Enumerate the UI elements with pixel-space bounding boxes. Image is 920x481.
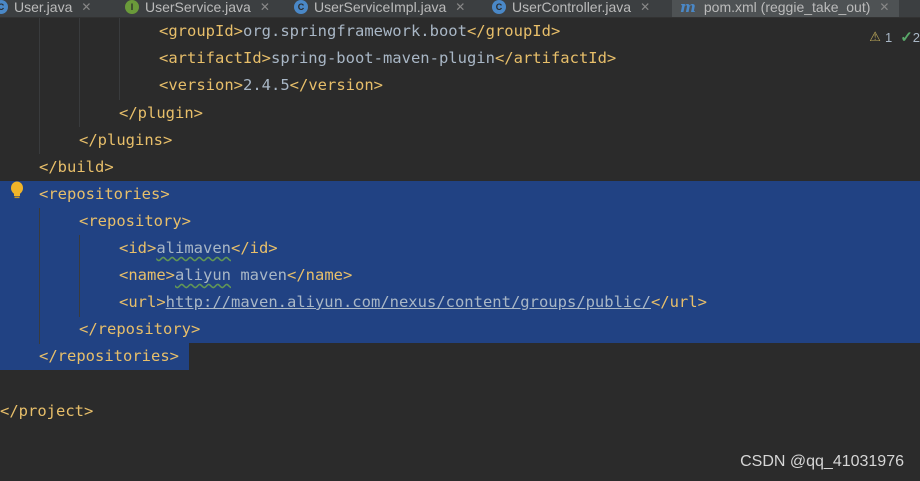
close-icon[interactable]: ✕ xyxy=(81,0,91,14)
code-line: <repository> xyxy=(79,212,191,230)
code-line: </build> xyxy=(39,158,114,176)
tab-userservice-java[interactable]: I UserService.java ✕ xyxy=(125,0,270,17)
check-icon: ✓ xyxy=(900,29,913,46)
code-line: </project> xyxy=(0,402,94,420)
tab-label: User.java xyxy=(14,0,73,15)
tab-usercontroller-java[interactable]: C UserController.java ✕ xyxy=(492,0,650,17)
code-editor[interactable]: <groupId>org.springframework.boot</group… xyxy=(0,18,920,481)
code-line: </repositories> xyxy=(39,347,179,365)
indent-guide xyxy=(79,18,80,127)
tab-pom-xml[interactable]: m pom.xml (reggie_take_out) ✕ xyxy=(672,0,900,17)
tab-label: UserServiceImpl.java xyxy=(314,0,447,15)
code-line: </plugin> xyxy=(119,104,203,122)
close-icon[interactable]: ✕ xyxy=(455,0,465,14)
indent-guide xyxy=(39,18,40,154)
editor-tab-bar: C User.java ✕ I UserService.java ✕ C Use… xyxy=(0,0,920,18)
tab-label: pom.xml (reggie_take_out) xyxy=(703,0,871,15)
ok-count: 2 xyxy=(912,29,920,45)
code-line: <artifactId>spring-boot-maven-plugin</ar… xyxy=(159,49,617,67)
lightbulb-icon[interactable] xyxy=(9,181,25,201)
code-line: </repository> xyxy=(79,320,201,338)
close-icon[interactable]: ✕ xyxy=(260,0,270,14)
indent-guide xyxy=(79,235,80,317)
warning-count: 1 xyxy=(884,29,893,45)
indent-guide xyxy=(39,208,40,344)
close-icon[interactable]: ✕ xyxy=(640,0,650,14)
maven-icon: m xyxy=(680,0,696,16)
watermark: CSDN @qq_41031976 xyxy=(740,453,904,470)
code-line: <version>2.4.5</version> xyxy=(159,76,383,94)
close-icon[interactable]: ✕ xyxy=(879,0,889,14)
inspection-widget[interactable]: ⚠ 1 ✓ 2 xyxy=(869,28,920,46)
tab-userserviceimpl-java[interactable]: C UserServiceImpl.java ✕ xyxy=(294,0,465,17)
code-line: <id>alimaven</id> xyxy=(119,239,278,257)
tab-user-java[interactable]: C User.java ✕ xyxy=(0,0,91,17)
code-line: <name>aliyun maven</name> xyxy=(119,266,353,284)
warning-icon: ⚠ xyxy=(869,29,881,44)
code-line: <url>http://maven.aliyun.com/nexus/conte… xyxy=(119,293,707,311)
code-line: <repositories> xyxy=(39,185,170,203)
indent-guide xyxy=(119,18,120,100)
tab-label: UserController.java xyxy=(512,0,632,15)
tab-label: UserService.java xyxy=(145,0,251,15)
class-icon: C xyxy=(294,0,308,14)
class-icon: C xyxy=(0,0,8,14)
interface-icon: I xyxy=(125,0,139,14)
url-link[interactable]: http://maven.aliyun.com/nexus/content/gr… xyxy=(166,293,651,311)
code-line: <groupId>org.springframework.boot</group… xyxy=(159,22,561,40)
class-icon: C xyxy=(492,0,506,14)
code-line: </plugins> xyxy=(79,131,173,149)
